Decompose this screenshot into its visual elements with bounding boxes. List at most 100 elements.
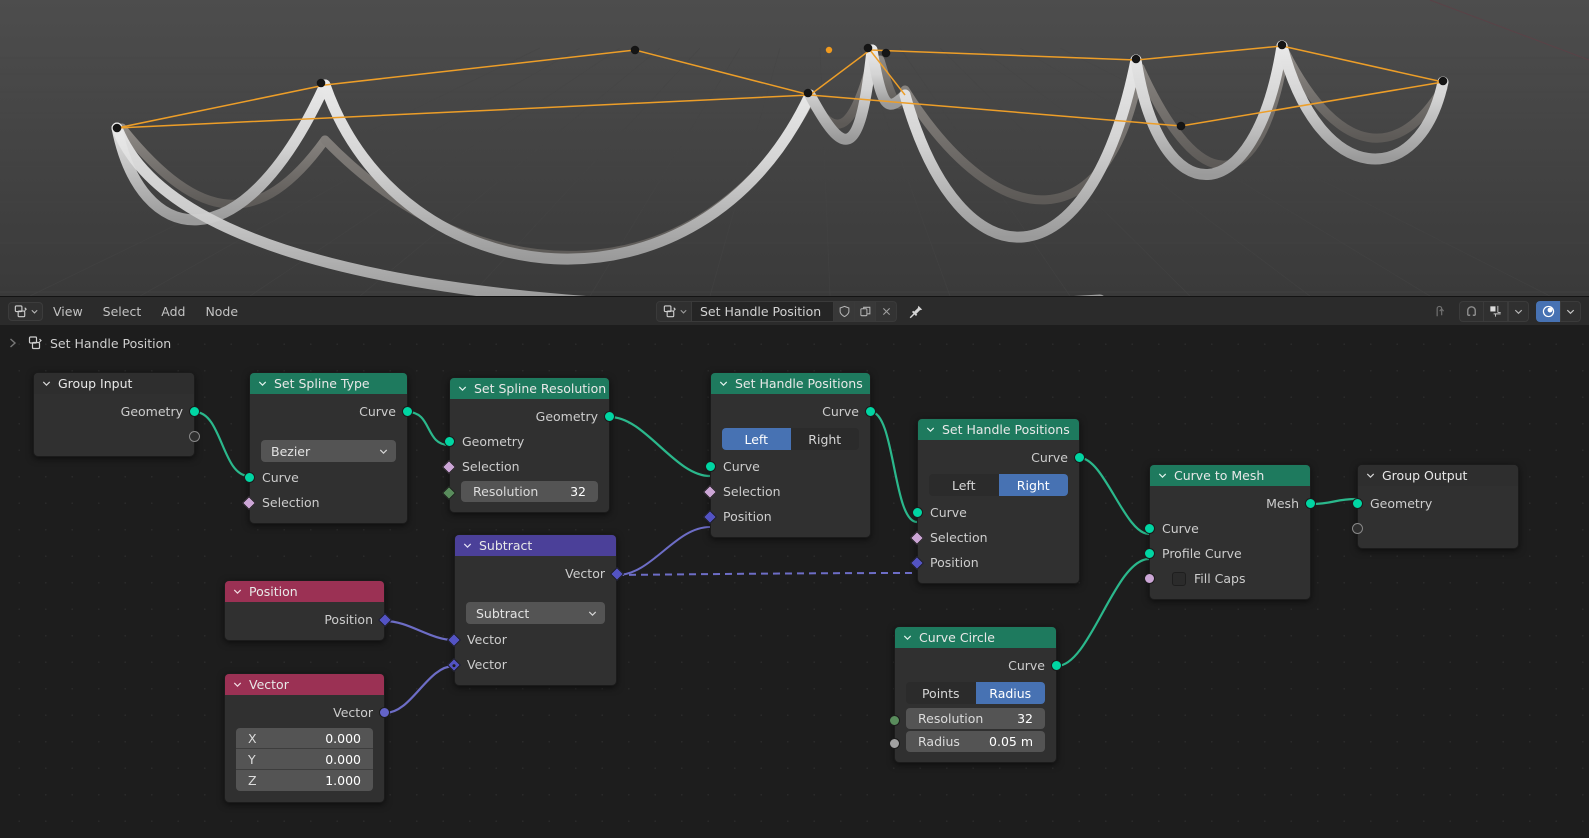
socket-float-in[interactable]	[889, 738, 900, 749]
chevron-down-icon[interactable]	[718, 378, 729, 389]
socket-boolean-in[interactable]	[910, 530, 924, 544]
socket-geometry-out[interactable]	[604, 411, 615, 422]
socket-geometry-out[interactable]	[865, 406, 876, 417]
socket-geometry-out[interactable]	[1074, 452, 1085, 463]
socket-boolean-in[interactable]	[442, 459, 456, 473]
socket-vector-in[interactable]	[703, 509, 717, 523]
node-group-output[interactable]: Group Output Geometry	[1357, 464, 1519, 549]
node-editor-canvas[interactable]: Group Input Geometry Set Spline Type Cur…	[0, 325, 1589, 838]
fake-user-button[interactable]	[834, 301, 855, 322]
socket-vector-in[interactable]	[447, 657, 461, 671]
socket-geometry-in[interactable]	[1144, 548, 1155, 559]
socket-geometry-out[interactable]	[1051, 660, 1062, 671]
node-header[interactable]: Position	[225, 581, 384, 602]
node-vector-math-subtract[interactable]: Subtract Vector Subtract Vector Vector	[454, 534, 617, 686]
chevron-down-icon[interactable]	[232, 586, 243, 597]
socket-geometry-out[interactable]	[1305, 498, 1316, 509]
node-header[interactable]: Set Handle Positions	[918, 419, 1079, 440]
vector-math-operation-dropdown[interactable]: Subtract	[466, 602, 605, 624]
circle-mode-points-button[interactable]: Points	[906, 682, 976, 704]
go-to-parent-button[interactable]	[1427, 301, 1452, 322]
socket-geometry-out[interactable]	[189, 406, 200, 417]
node-header[interactable]: Set Spline Type	[250, 373, 407, 394]
editor-type-selector[interactable]	[8, 302, 43, 321]
chevron-down-icon[interactable]	[1157, 470, 1168, 481]
node-set-spline-resolution[interactable]: Set Spline Resolution Geometry Geometry …	[449, 377, 610, 513]
vector-y-field[interactable]: Y 0.000	[236, 749, 373, 770]
overlay-dropdown-button[interactable]	[1560, 301, 1581, 322]
resolution-field[interactable]: Resolution 32	[461, 481, 598, 502]
overlay-toggle-button[interactable]	[1536, 301, 1560, 322]
socket-virtual-in[interactable]	[1352, 523, 1363, 534]
circle-mode-radius-button[interactable]: Radius	[976, 682, 1046, 704]
chevron-down-icon[interactable]	[41, 378, 52, 389]
node-set-handle-positions-right[interactable]: Set Handle Positions Curve Left Right Cu…	[917, 418, 1080, 584]
menu-add[interactable]: Add	[151, 297, 195, 326]
socket-vector-out[interactable]	[610, 566, 624, 580]
node-header[interactable]: Curve Circle	[895, 627, 1056, 648]
node-vector-input[interactable]: Vector Vector X 0.000 Y 0.000 Z 1.000	[224, 673, 385, 803]
node-set-handle-positions-left[interactable]: Set Handle Positions Curve Left Right Cu…	[710, 372, 871, 538]
socket-geometry-out[interactable]	[402, 406, 413, 417]
chevron-down-icon[interactable]	[925, 424, 936, 435]
handle-mode-right-button[interactable]: Right	[791, 428, 860, 450]
chevron-down-icon[interactable]	[232, 679, 243, 690]
handle-mode-right-button[interactable]: Right	[999, 474, 1069, 496]
node-curve-circle[interactable]: Curve Circle Curve Points Radius Resolut…	[894, 626, 1057, 763]
3d-viewport[interactable]	[0, 0, 1589, 296]
spline-type-dropdown[interactable]: Bezier	[261, 440, 396, 462]
node-tree-name-field[interactable]: Set Handle Position	[692, 301, 834, 322]
chevron-down-icon[interactable]	[1365, 470, 1376, 481]
node-curve-to-mesh[interactable]: Curve to Mesh Mesh Curve Profile Curve F…	[1149, 464, 1311, 600]
socket-vector-out[interactable]	[379, 707, 390, 718]
radius-field[interactable]: Radius 0.05 m	[906, 731, 1045, 752]
socket-geometry-in[interactable]	[705, 461, 716, 472]
snap-toggle-button[interactable]	[1459, 301, 1483, 322]
node-header[interactable]: Set Handle Positions	[711, 373, 870, 394]
datablock-browse-button[interactable]	[656, 301, 692, 322]
socket-int-in[interactable]	[442, 486, 456, 500]
chevron-down-icon[interactable]	[457, 383, 468, 394]
socket-geometry-in[interactable]	[1352, 498, 1363, 509]
handle-mode-left-button[interactable]: Left	[929, 474, 999, 496]
chevron-down-icon[interactable]	[257, 378, 268, 389]
node-header[interactable]: Vector	[225, 674, 384, 695]
node-header[interactable]: Group Input	[34, 373, 194, 394]
node-position[interactable]: Position Position	[224, 580, 385, 641]
chevron-down-icon[interactable]	[902, 632, 913, 643]
socket-geometry-in[interactable]	[244, 472, 255, 483]
socket-vector-out[interactable]	[378, 612, 392, 626]
snap-dropdown-button[interactable]	[1508, 301, 1529, 322]
node-header[interactable]: Set Spline Resolution	[450, 378, 609, 399]
new-datablock-button[interactable]	[855, 301, 876, 322]
socket-int-in[interactable]	[889, 715, 900, 726]
vector-x-field[interactable]: X 0.000	[236, 728, 373, 749]
socket-boolean-in[interactable]	[703, 484, 717, 498]
menu-select[interactable]: Select	[93, 297, 152, 326]
menu-view[interactable]: View	[43, 297, 93, 326]
vector-z-field[interactable]: Z 1.000	[236, 770, 373, 791]
unlink-datablock-button[interactable]	[876, 301, 897, 322]
socket-vector-in[interactable]	[447, 632, 461, 646]
socket-boolean-in[interactable]	[242, 495, 256, 509]
fill-caps-checkbox[interactable]	[1172, 572, 1186, 586]
socket-vector-in[interactable]	[910, 555, 924, 569]
socket-geometry-in[interactable]	[912, 507, 923, 518]
socket-geometry-in[interactable]	[444, 436, 455, 447]
menu-node[interactable]: Node	[195, 297, 248, 326]
socket-virtual-out[interactable]	[189, 431, 200, 442]
socket-geometry-in[interactable]	[1144, 523, 1155, 534]
node-header[interactable]: Subtract	[455, 535, 616, 556]
resolution-field[interactable]: Resolution 32	[906, 708, 1045, 729]
chevron-down-icon[interactable]	[462, 540, 473, 551]
node-header[interactable]: Group Output	[1358, 465, 1518, 486]
node-header[interactable]: Curve to Mesh	[1150, 465, 1310, 486]
node-group-input[interactable]: Group Input Geometry	[33, 372, 195, 457]
pin-node-tree-button[interactable]	[908, 304, 924, 320]
socket-boolean-in[interactable]	[1144, 573, 1155, 584]
handle-mode-left-button[interactable]: Left	[722, 428, 791, 450]
input-curve: Curve	[1150, 516, 1310, 541]
snap-target-button[interactable]	[1483, 301, 1508, 322]
breadcrumb-arrow-icon[interactable]	[6, 336, 20, 350]
node-set-spline-type[interactable]: Set Spline Type Curve Bezier Curve Selec…	[249, 372, 408, 524]
